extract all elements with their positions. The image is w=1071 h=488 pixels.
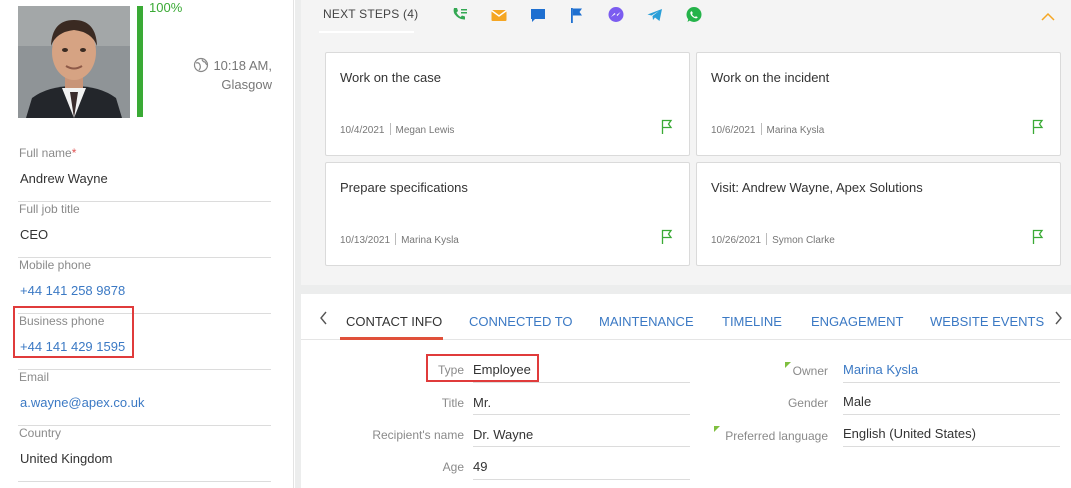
card-date: 10/4/2021 — [340, 125, 385, 136]
field-label: Email — [19, 370, 50, 384]
flag-icon[interactable] — [568, 6, 586, 24]
contact-photo-image — [18, 6, 130, 118]
field-value[interactable]: United Kingdom — [20, 451, 113, 466]
chevron-left-icon[interactable] — [319, 311, 329, 325]
telegram-icon[interactable] — [646, 6, 664, 24]
tab-engagement[interactable]: ENGAGEMENT — [811, 314, 903, 329]
card-title[interactable]: Work on the incident — [711, 70, 829, 85]
field-label: Country — [19, 426, 62, 440]
tab-maintenance[interactable]: MAINTENANCE — [599, 314, 694, 329]
field-value-recipient-name[interactable]: Dr. Wayne — [473, 427, 533, 442]
tab-timeline[interactable]: TIMELINE — [722, 314, 782, 329]
next-step-card[interactable]: Prepare specifications 10/13/2021 Marina … — [325, 162, 690, 266]
card-title[interactable]: Prepare specifications — [340, 180, 468, 195]
chevron-right-icon[interactable] — [1053, 311, 1063, 325]
field-label: Mobile phone — [19, 258, 92, 272]
chevron-up-icon[interactable] — [1041, 10, 1055, 21]
contact-photo[interactable] — [18, 6, 130, 118]
card-date: 10/6/2021 — [711, 125, 756, 136]
business-phone-highlight — [13, 306, 134, 358]
field-divider — [473, 414, 690, 415]
contact-tabs-panel: CONTACT INFO CONNECTED TO MAINTENANCE TI… — [301, 294, 1071, 488]
next-step-card[interactable]: Work on the case 10/4/2021 Megan Lewis — [325, 52, 690, 156]
local-time-value: 10:18 AM, — [213, 58, 272, 73]
profile-completeness-fill — [137, 6, 143, 117]
profile-completeness-text: 100% — [149, 0, 183, 15]
messenger-icon[interactable] — [607, 6, 625, 24]
card-owner: Megan Lewis — [395, 125, 455, 136]
field-divider — [473, 446, 690, 447]
chat-icon[interactable] — [529, 6, 547, 24]
next-steps-title[interactable]: NEXT STEPS (4) — [323, 7, 418, 21]
field-divider — [843, 446, 1060, 447]
contact-profile-panel: 100% 10:18 AM, Glasgow Full name* Andrew… — [0, 0, 294, 488]
field-country: Country United Kingdom — [18, 426, 271, 482]
tab-website-events[interactable]: WEBSITE EVENTS — [930, 314, 1044, 329]
card-meta: 10/13/2021 Marina Kysla — [340, 233, 459, 246]
field-value-preferred-language[interactable]: English (United States) — [843, 426, 976, 441]
contact-main-area: NEXT STEPS (4) Work on the case 10/4/202… — [295, 0, 1071, 488]
field-label: Full job title — [19, 202, 80, 216]
card-date: 10/26/2021 — [711, 235, 762, 246]
flag-outline-icon[interactable] — [1030, 119, 1046, 135]
field-value-owner[interactable]: Marina Kysla — [843, 362, 918, 377]
next-step-card[interactable]: Visit: Andrew Wayne, Apex Solutions 10/2… — [696, 162, 1061, 266]
next-steps-header: NEXT STEPS (4) — [301, 0, 1071, 34]
next-step-card[interactable]: Work on the incident 10/6/2021 Marina Kys… — [696, 52, 1061, 156]
field-value-age[interactable]: 49 — [473, 459, 487, 474]
flag-outline-icon[interactable] — [659, 229, 675, 245]
email-icon[interactable] — [490, 6, 508, 24]
tab-connected-to[interactable]: CONNECTED TO — [469, 314, 573, 329]
tab-contact-info[interactable]: CONTACT INFO — [346, 314, 442, 329]
lookup-corner-marker — [785, 362, 791, 368]
field-label: Full name* — [19, 146, 77, 160]
field-value-link[interactable]: a.wayne@apex.co.uk — [20, 395, 145, 410]
field-label-owner: Owner — [792, 364, 828, 378]
field-value-link[interactable]: +44 141 258 9878 — [20, 283, 125, 298]
field-divider — [473, 479, 690, 480]
card-title[interactable]: Work on the case — [340, 70, 441, 85]
field-value[interactable]: Andrew Wayne — [20, 171, 108, 186]
field-email: Email a.wayne@apex.co.uk — [18, 370, 271, 426]
local-time: 10:18 AM, Glasgow — [188, 56, 272, 94]
next-steps-tab-indicator — [319, 31, 414, 33]
card-title[interactable]: Visit: Andrew Wayne, Apex Solutions — [711, 180, 923, 195]
field-value-title[interactable]: Mr. — [473, 395, 491, 410]
active-tab-indicator — [340, 337, 443, 340]
card-meta: 10/26/2021 Symon Clarke — [711, 233, 835, 246]
card-meta: 10/6/2021 Marina Kysla — [711, 123, 824, 136]
lookup-corner-marker — [714, 426, 720, 432]
flag-outline-icon[interactable] — [659, 119, 675, 135]
field-divider — [843, 414, 1060, 415]
field-job-title: Full job title CEO — [18, 202, 271, 258]
globe-icon — [193, 57, 209, 73]
flag-outline-icon[interactable] — [1030, 229, 1046, 245]
field-divider — [843, 382, 1060, 383]
field-label-recipient-name: Recipient's name — [372, 428, 464, 442]
card-meta: 10/4/2021 Megan Lewis — [340, 123, 454, 136]
card-date: 10/13/2021 — [340, 235, 391, 246]
field-label-title: Title — [441, 396, 464, 410]
card-owner: Marina Kysla — [401, 235, 459, 246]
field-value[interactable]: CEO — [20, 227, 48, 242]
card-owner: Symon Clarke — [772, 235, 835, 246]
whatsapp-icon[interactable] — [685, 6, 703, 24]
tab-bar: CONTACT INFO CONNECTED TO MAINTENANCE TI… — [301, 294, 1071, 340]
field-value-gender[interactable]: Male — [843, 394, 871, 409]
field-label-age: Age — [442, 460, 464, 474]
field-label-gender: Gender — [787, 396, 828, 410]
local-city: Glasgow — [221, 77, 272, 92]
field-full-name: Full name* Andrew Wayne — [18, 146, 271, 202]
card-owner: Marina Kysla — [766, 125, 825, 136]
required-marker: * — [71, 146, 77, 160]
profile-completeness-bar — [137, 6, 143, 117]
field-divider — [473, 382, 690, 383]
type-field-highlight — [426, 354, 539, 382]
next-steps-panel: NEXT STEPS (4) Work on the case 10/4/202… — [301, 0, 1071, 285]
field-label-preferred-language: Preferred language — [725, 429, 828, 443]
phone-list-icon[interactable] — [451, 6, 469, 24]
